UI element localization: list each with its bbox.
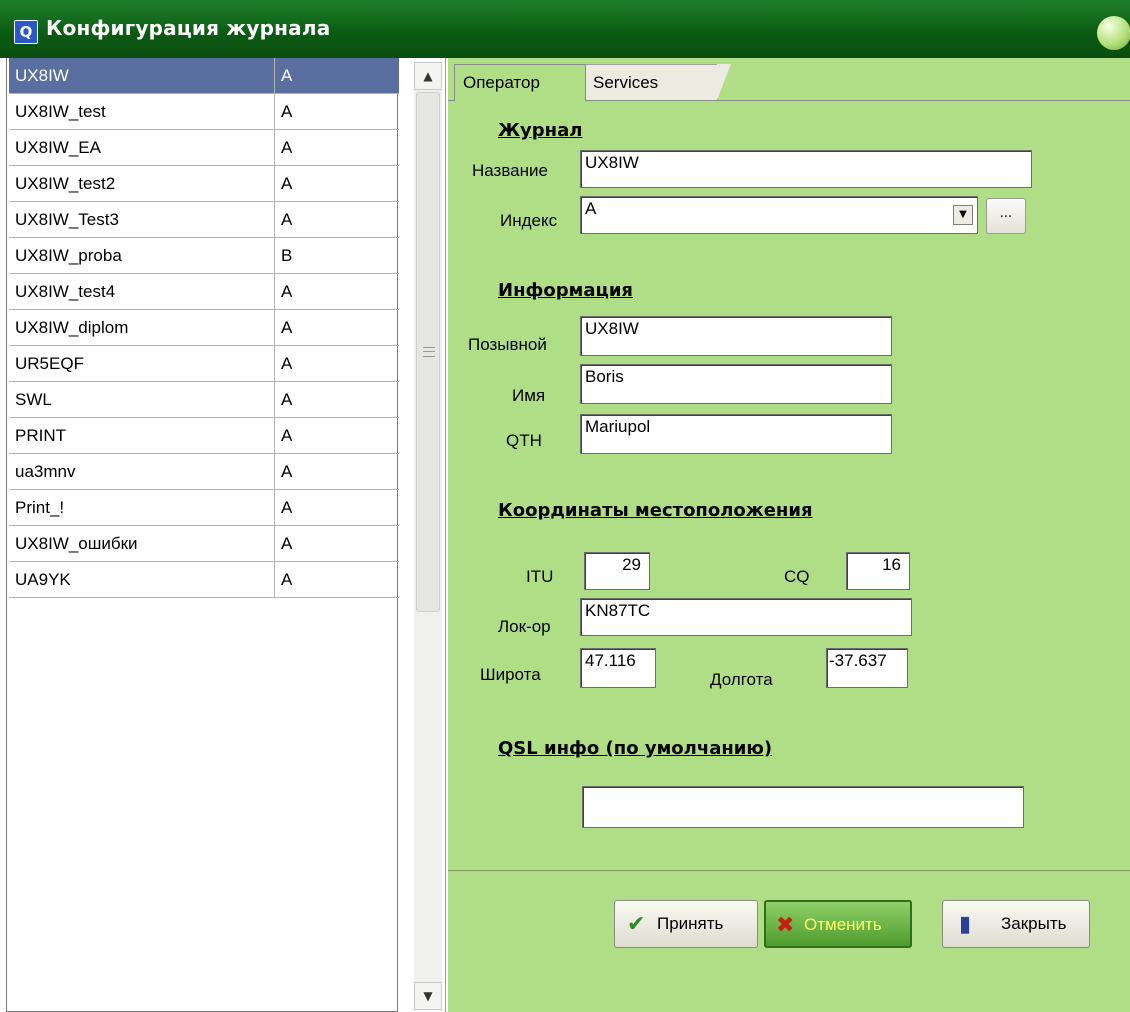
index-select-value: A [585, 199, 597, 218]
log-list-row[interactable]: UX8IW_test2 A [9, 166, 401, 202]
log-name-cell: PRINT [9, 418, 275, 454]
log-list: UX8IW A UX8IW_test A UX8IW_EA A UX8IW_test2 A UX… [6, 58, 401, 1012]
log-name-cell: Print_! [9, 490, 275, 526]
tab-services[interactable]: Services [578, 64, 731, 100]
location-heading: Координаты местоположения [498, 500, 813, 521]
log-list-row[interactable]: UX8IW_EA A [9, 130, 401, 166]
log-index-cell: A [275, 490, 399, 526]
accept-button[interactable]: ✔ Принять [614, 900, 758, 948]
scroll-up-icon[interactable]: ▲ [414, 62, 442, 90]
title-bar: Q Конфигурация журнала [0, 0, 1130, 58]
log-index-cell: A [275, 94, 399, 130]
log-list-row[interactable]: SWL A [9, 382, 401, 418]
log-index-cell: A [275, 58, 399, 94]
log-list-row[interactable]: UA9YK A [9, 562, 401, 598]
cancel-button[interactable]: ✖ Отменить [764, 900, 912, 948]
chevron-down-icon[interactable]: ▼ [953, 205, 973, 225]
index-browse-button[interactable]: ... [986, 198, 1026, 234]
log-list-panel: UX8IW A UX8IW_test A UX8IW_EA A UX8IW_test2 A UX… [0, 58, 446, 1012]
log-index-cell: A [275, 382, 399, 418]
log-name-cell: ua3mnv [9, 454, 275, 490]
log-index-cell: A [275, 418, 399, 454]
log-index-cell: A [275, 526, 399, 562]
scroll-down-icon[interactable]: ▼ [414, 982, 442, 1010]
log-index-cell: A [275, 274, 399, 310]
tab-strip: Services Оператор [448, 58, 1130, 101]
log-index-cell: A [275, 202, 399, 238]
log-list-row[interactable]: UX8IW_diplom A [9, 310, 401, 346]
window-orb-icon[interactable] [1097, 16, 1130, 50]
log-index-cell: B [275, 238, 399, 274]
qsl-heading: QSL инфо (по умолчанию) [498, 738, 773, 759]
config-panel: Services Оператор Журнал Название UX8IW … [448, 58, 1130, 1012]
qth-input[interactable]: Mariupol [580, 414, 892, 454]
name-label: Название [472, 161, 548, 180]
log-name-cell: UX8IW [9, 58, 275, 94]
log-name-cell: UX8IW_ошибки [9, 526, 275, 562]
log-name-cell: UX8IW_test2 [9, 166, 275, 202]
log-list-row[interactable]: PRINT A [9, 418, 401, 454]
callsign-input[interactable]: UX8IW [580, 316, 892, 356]
door-exit-icon: ▮ [959, 911, 972, 936]
window-title: Конфигурация журнала [46, 16, 331, 40]
log-index-cell: A [275, 310, 399, 346]
log-index-cell: A [275, 562, 399, 598]
log-list-row[interactable]: UX8IW_proba B [9, 238, 401, 274]
index-label: Индекс [500, 211, 558, 230]
longitude-input[interactable]: -37.637 [826, 648, 908, 688]
qth-label: QTH [506, 431, 542, 450]
log-name-cell: UX8IW_Test3 [9, 202, 275, 238]
log-name-cell: UX8IW_EA [9, 130, 275, 166]
log-name-cell: UR5EQF [9, 346, 275, 382]
journal-name-input[interactable]: UX8IW [580, 150, 1032, 188]
scroll-thumb[interactable] [416, 92, 440, 612]
button-bar-divider [448, 870, 1130, 871]
journal-index-select[interactable]: A [580, 196, 978, 234]
latitude-input[interactable]: 47.116 [580, 648, 656, 688]
longitude-label: Долгота [710, 670, 773, 689]
log-name-cell: UA9YK [9, 562, 275, 598]
log-list-row[interactable]: ua3mnv A [9, 454, 401, 490]
itu-label: ITU [526, 567, 554, 586]
log-index-cell: A [275, 166, 399, 202]
log-index-cell: A [275, 130, 399, 166]
log-name-cell: UX8IW_test [9, 94, 275, 130]
log-list-row[interactable]: Print_! A [9, 490, 401, 526]
log-list-row[interactable]: UX8IW_test4 A [9, 274, 401, 310]
log-list-row[interactable]: UX8IW_test A [9, 94, 401, 130]
callsign-label: Позывной [468, 335, 547, 354]
tab-operator[interactable]: Оператор [454, 64, 586, 101]
grip-icon [423, 347, 435, 357]
journal-heading: Журнал [498, 120, 583, 141]
firstname-label: Имя [512, 386, 546, 405]
locator-input[interactable]: KN87TC [580, 598, 912, 636]
log-name-cell: UX8IW_test4 [9, 274, 275, 310]
close-button[interactable]: ▮ Закрыть [942, 900, 1090, 948]
cross-icon: ✖ [776, 912, 795, 937]
qsl-info-input[interactable] [582, 786, 1024, 828]
cq-label: CQ [784, 567, 810, 586]
close-label: Закрыть [1001, 914, 1067, 933]
log-index-cell: A [275, 454, 399, 490]
cq-input[interactable]: 16 [846, 552, 910, 590]
log-name-cell: SWL [9, 382, 275, 418]
latitude-label: Широта [480, 665, 541, 684]
firstname-input[interactable]: Boris [580, 364, 892, 404]
locator-label: Лок-ор [498, 617, 551, 636]
log-list-row[interactable]: UX8IW A [9, 58, 401, 94]
app-log-icon: Q [14, 20, 38, 44]
log-name-cell: UX8IW_diplom [9, 310, 275, 346]
info-heading: Информация [498, 280, 633, 301]
cancel-label: Отменить [804, 915, 882, 934]
log-name-cell: UX8IW_proba [9, 238, 275, 274]
log-list-row[interactable]: UX8IW_Test3 A [9, 202, 401, 238]
log-list-row[interactable]: UR5EQF A [9, 346, 401, 382]
check-icon: ✔ [627, 911, 646, 936]
log-index-cell: A [275, 346, 399, 382]
log-list-row[interactable]: UX8IW_ошибки A [9, 526, 401, 562]
log-list-scrollbar[interactable]: ▲ ▼ [414, 62, 442, 1010]
itu-input[interactable]: 29 [584, 552, 650, 590]
accept-label: Принять [657, 914, 724, 933]
